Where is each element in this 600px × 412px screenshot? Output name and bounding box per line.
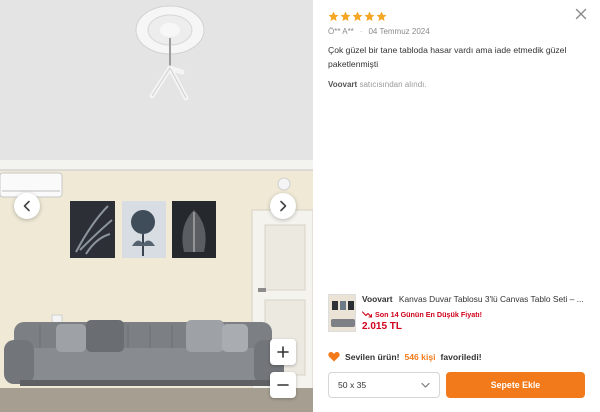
favorite-prefix: Sevilen ürün! bbox=[345, 351, 400, 362]
star-icon bbox=[364, 11, 375, 21]
review-text: Çok güzel bir tane tabloda hasar vardı a… bbox=[328, 45, 567, 69]
trend-down-icon bbox=[362, 311, 372, 318]
next-image-button[interactable] bbox=[270, 193, 296, 219]
review-meta: Ö** A** · 04 Temmuz 2024 bbox=[328, 27, 430, 36]
seller-info: Voovart satıcısından alındı. bbox=[328, 80, 427, 89]
review-author: Ö** A** bbox=[328, 27, 354, 36]
product-brand: Voovart bbox=[362, 294, 393, 304]
favorite-count: 546 kişi bbox=[404, 351, 436, 362]
favorite-suffix: favoriledi! bbox=[440, 351, 482, 362]
minus-icon bbox=[277, 384, 289, 386]
favorite-info: Sevilen ürün! 546 kişi favoriledi! bbox=[328, 351, 482, 362]
product-thumbnail bbox=[328, 294, 356, 332]
product-name: Kanvas Duvar Tablosu 3'lü Canvas Tablo S… bbox=[398, 294, 584, 304]
photo-viewer bbox=[0, 0, 313, 412]
product-price: 2.015 TL bbox=[362, 321, 403, 332]
heart-icon bbox=[328, 352, 340, 362]
size-select-value: 50 x 35 bbox=[338, 380, 367, 390]
previous-image-button[interactable] bbox=[14, 193, 40, 219]
zoom-out-button[interactable] bbox=[270, 372, 296, 398]
star-icon bbox=[352, 11, 363, 21]
close-button[interactable] bbox=[574, 7, 588, 21]
seller-suffix: satıcısından alındı. bbox=[359, 80, 427, 89]
zoom-in-button[interactable] bbox=[270, 339, 296, 365]
plus-icon bbox=[277, 346, 289, 358]
chevron-left-icon bbox=[23, 200, 30, 212]
add-to-cart-button[interactable]: Sepete Ekle bbox=[446, 372, 585, 398]
meta-separator: · bbox=[359, 27, 363, 36]
chevron-right-icon bbox=[280, 200, 287, 212]
lowest-price-text: Son 14 Günün En Düşük Fiyatı! bbox=[375, 310, 483, 319]
star-icon bbox=[328, 11, 339, 21]
product-card[interactable]: Voovart Kanvas Duvar Tablosu 3'lü Canvas… bbox=[328, 293, 592, 335]
star-icon bbox=[376, 11, 387, 21]
chevron-down-icon bbox=[421, 382, 430, 388]
rating-stars bbox=[328, 11, 387, 22]
review-panel: Ö** A** · 04 Temmuz 2024 Çok güzel bir t… bbox=[313, 0, 600, 412]
lowest-price-badge: Son 14 Günün En Düşük Fiyatı! bbox=[362, 310, 482, 319]
product-title[interactable]: Voovart Kanvas Duvar Tablosu 3'lü Canvas… bbox=[362, 294, 592, 304]
close-icon bbox=[575, 8, 587, 20]
review-photo bbox=[0, 0, 313, 412]
star-icon bbox=[340, 11, 351, 21]
review-date: 04 Temmuz 2024 bbox=[368, 27, 430, 36]
size-select[interactable]: 50 x 35 bbox=[328, 372, 440, 398]
seller-name[interactable]: Voovart bbox=[328, 80, 357, 89]
